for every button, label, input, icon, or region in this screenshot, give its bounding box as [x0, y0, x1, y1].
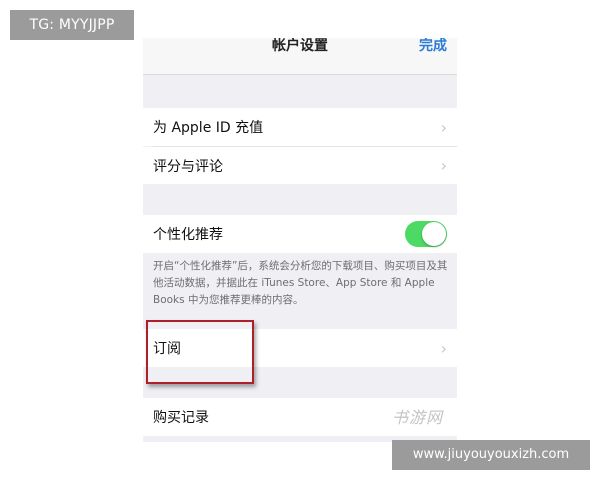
navigation-bar: 帐户设置 完成 [143, 38, 457, 75]
watermark-site-url: www.jiuyouyouxizh.com [392, 440, 590, 470]
row-label: 评分与评论 [153, 158, 223, 175]
done-button[interactable]: 完成 [419, 38, 447, 54]
row-topup-apple-id[interactable]: 为 Apple ID 充值 › [143, 108, 457, 146]
chevron-right-icon: › [440, 156, 447, 175]
personalized-description: 开启“个性化推荐”后，系统会分析您的下载项目、购买项目及其他活动数据，并据此在 … [153, 260, 448, 306]
row-label: 购买记录 [153, 410, 209, 426]
row-label: 为 Apple ID 充值 [153, 120, 264, 136]
chevron-right-icon: › [440, 338, 447, 358]
row-label: 个性化推荐 [153, 227, 223, 243]
watermark-logo: 书游网 [392, 408, 444, 427]
personalized-toggle[interactable] [405, 221, 447, 247]
chevron-right-icon: › [440, 117, 447, 137]
watermark-tg-label: TG: MYYJJPP [10, 10, 134, 40]
highlight-annotation-box [146, 320, 254, 384]
row-personalized-recommendations: 个性化推荐 [143, 215, 457, 253]
row-ratings-reviews[interactable]: 评分与评论 › [143, 147, 457, 184]
toggle-knob [422, 222, 446, 246]
page-title: 帐户设置 [272, 38, 328, 54]
